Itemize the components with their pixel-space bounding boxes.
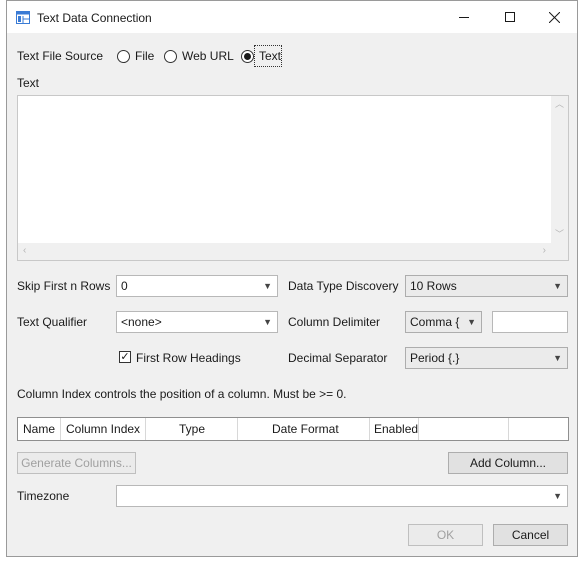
chevron-down-icon: ▼: [263, 281, 272, 291]
chevron-down-icon: ▼: [553, 491, 562, 501]
columns-grid[interactable]: Name Column Index Type Date Format Enabl…: [17, 417, 569, 441]
column-header-date-format[interactable]: Date Format: [238, 418, 370, 440]
horizontal-scrollbar[interactable]: ‹ ›: [18, 243, 551, 260]
cancel-button[interactable]: Cancel: [493, 524, 568, 546]
column-delimiter-value: Comma {: [410, 315, 460, 329]
data-type-discovery-label: Data Type Discovery: [288, 279, 399, 293]
chevron-down-icon: ▼: [467, 317, 476, 327]
source-option-web-url[interactable]: Web URL: [182, 49, 234, 63]
custom-delimiter-input[interactable]: [492, 311, 568, 333]
data-type-discovery-value: 10 Rows: [410, 279, 457, 293]
title-bar[interactable]: Text Data Connection: [7, 1, 577, 33]
table-icon: [16, 11, 30, 24]
minimize-icon: [459, 17, 469, 18]
ok-button[interactable]: OK: [408, 524, 483, 546]
source-radio-file[interactable]: [117, 50, 130, 63]
source-option-file[interactable]: File: [135, 49, 154, 63]
column-header-column-index[interactable]: Column Index: [61, 418, 146, 440]
window-title: Text Data Connection: [37, 11, 152, 25]
column-delimiter-label: Column Delimiter: [288, 315, 381, 329]
close-button[interactable]: [531, 1, 577, 33]
text-qualifier-combo[interactable]: <none> ▼: [116, 311, 278, 333]
timezone-combo[interactable]: ▼: [116, 485, 568, 507]
add-column-button[interactable]: Add Column...: [448, 452, 568, 474]
scroll-right-icon[interactable]: ›: [543, 246, 546, 256]
text-qualifier-value: <none>: [121, 315, 162, 329]
text-file-source-label: Text File Source: [17, 49, 104, 63]
skip-rows-label: Skip First n Rows: [17, 279, 111, 293]
source-radio-text[interactable]: [241, 50, 254, 63]
column-header-name[interactable]: Name: [18, 418, 61, 440]
column-header-filler: [419, 418, 509, 440]
generate-columns-button[interactable]: Generate Columns...: [17, 452, 136, 474]
scroll-down-icon[interactable]: ﹀: [555, 230, 564, 239]
column-index-info: Column Index controls the position of a …: [17, 387, 347, 401]
decimal-separator-select[interactable]: Period {.} ▼: [405, 347, 568, 369]
skip-rows-combo[interactable]: 0 ▼: [116, 275, 278, 297]
scroll-up-icon[interactable]: ︿: [555, 100, 564, 109]
chevron-down-icon: ▼: [553, 281, 562, 291]
dialog-window: Text Data Connection Text File Source Fi…: [6, 0, 578, 557]
decimal-separator-label: Decimal Separator: [288, 351, 388, 365]
minimize-button[interactable]: [441, 1, 487, 33]
first-row-headings-checkbox[interactable]: ✓: [119, 351, 131, 363]
scroll-left-icon[interactable]: ‹: [23, 246, 26, 256]
data-type-discovery-select[interactable]: 10 Rows ▼: [405, 275, 568, 297]
timezone-label: Timezone: [17, 489, 70, 503]
first-row-headings-label[interactable]: First Row Headings: [136, 351, 241, 365]
column-delimiter-select[interactable]: Comma { ▼: [405, 311, 482, 333]
text-input-area[interactable]: ︿ ﹀ ‹ ›: [17, 95, 569, 261]
column-header-enabled[interactable]: Enabled: [370, 418, 419, 440]
vertical-scrollbar[interactable]: ︿ ﹀: [551, 96, 568, 243]
column-header-type[interactable]: Type: [146, 418, 238, 440]
maximize-button[interactable]: [487, 1, 533, 33]
decimal-separator-value: Period {.}: [410, 351, 460, 365]
scroll-corner: [551, 243, 568, 260]
close-icon: [548, 11, 560, 23]
source-radio-web-url[interactable]: [164, 50, 177, 63]
text-qualifier-label: Text Qualifier: [17, 315, 88, 329]
text-label: Text: [17, 76, 40, 90]
source-option-text[interactable]: Text: [259, 49, 281, 63]
chevron-down-icon: ▼: [553, 353, 562, 363]
maximize-icon: [505, 12, 515, 22]
skip-rows-value: 0: [121, 279, 128, 293]
chevron-down-icon: ▼: [263, 317, 272, 327]
